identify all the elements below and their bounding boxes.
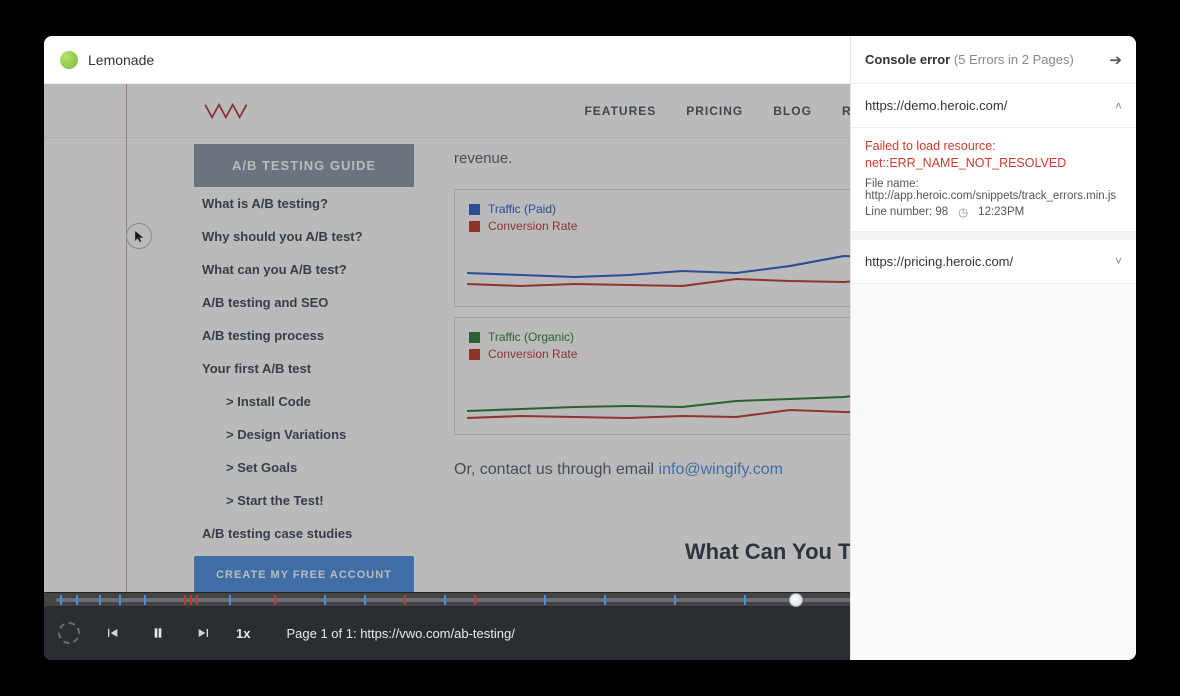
line-number: 98 bbox=[935, 206, 948, 218]
console-url: https://pricing.heroic.com/ bbox=[865, 254, 1013, 269]
error-message: Failed to load resource: net::ERR_NAME_N… bbox=[865, 138, 1122, 172]
close-panel-icon[interactable]: ➔ bbox=[1109, 51, 1122, 69]
console-empty-area bbox=[851, 284, 1136, 660]
lemonade-icon bbox=[60, 51, 78, 69]
page-info: Page 1 of 1: https://vwo.com/ab-testing/ bbox=[286, 626, 514, 641]
timeline-thumb[interactable] bbox=[789, 593, 803, 607]
error-time: 12:23PM bbox=[978, 206, 1024, 218]
clock-icon: ◷ bbox=[958, 205, 968, 219]
next-button[interactable] bbox=[190, 619, 218, 647]
console-panel: Console error (5 Errors in 2 Pages) ➔ ht… bbox=[850, 36, 1136, 660]
file-name: http://app.heroic.com/snippets/track_err… bbox=[865, 190, 1116, 202]
file-label: File name: bbox=[865, 178, 919, 190]
app-window: Lemonade FEATURES PRICING BLOG RESOURCES… bbox=[44, 36, 1136, 660]
console-error-item[interactable]: Failed to load resource: net::ERR_NAME_N… bbox=[851, 128, 1136, 232]
console-subtitle: (5 Errors in 2 Pages) bbox=[954, 52, 1074, 67]
chevron-up-icon: ˄ bbox=[1115, 99, 1122, 113]
pause-button[interactable] bbox=[144, 619, 172, 647]
console-url-row-expanded[interactable]: https://demo.heroic.com/ ˄ bbox=[851, 84, 1136, 128]
app-swirl-icon bbox=[58, 622, 80, 644]
console-title: Console error bbox=[865, 52, 950, 67]
app-name: Lemonade bbox=[88, 52, 154, 68]
console-url: https://demo.heroic.com/ bbox=[865, 98, 1007, 113]
console-url-row-collapsed[interactable]: https://pricing.heroic.com/ ˅ bbox=[851, 232, 1136, 284]
prev-button[interactable] bbox=[98, 619, 126, 647]
chevron-down-icon: ˅ bbox=[1115, 254, 1122, 268]
console-header: Console error (5 Errors in 2 Pages) ➔ bbox=[851, 36, 1136, 84]
playback-speed[interactable]: 1x bbox=[236, 626, 250, 641]
line-label: Line number: bbox=[865, 206, 935, 218]
